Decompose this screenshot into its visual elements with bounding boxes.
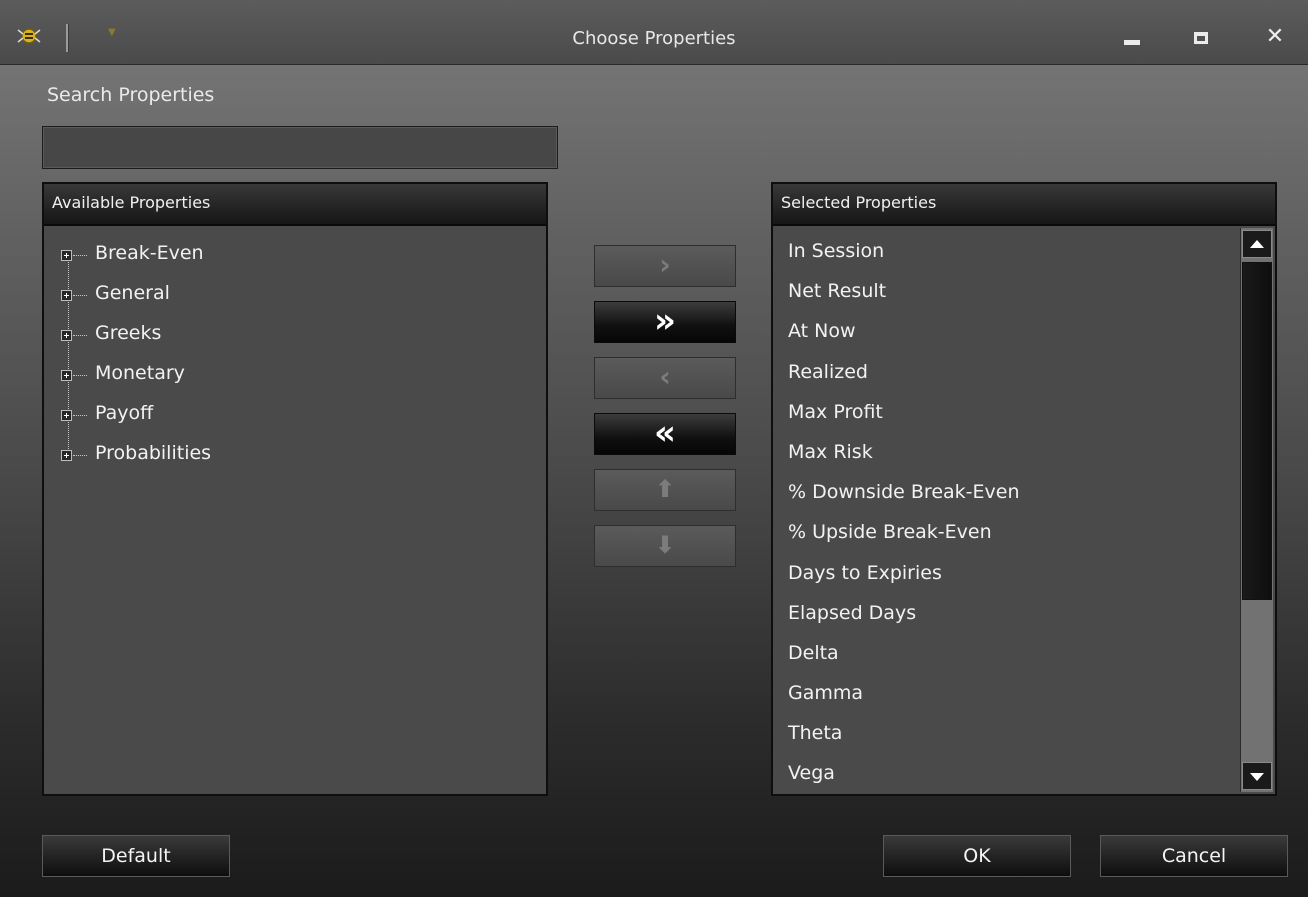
move-down-button[interactable]: ⬇ [594, 525, 736, 567]
list-item[interactable]: Gamma [773, 668, 1239, 708]
expand-plus-icon[interactable] [61, 250, 72, 261]
default-button[interactable]: Default [42, 835, 230, 877]
window-title: Choose Properties [572, 28, 736, 49]
scroll-down-icon[interactable] [1242, 762, 1272, 790]
tree-node-monetary[interactable]: Monetary [44, 352, 546, 392]
selected-properties-header: Selected Properties [773, 184, 1275, 226]
search-properties-input[interactable] [42, 126, 558, 169]
available-properties-tree: Break-Even General Greeks Monetary Payof… [44, 226, 546, 472]
selected-properties-panel: Selected Properties In Session Net Resul… [771, 182, 1277, 796]
tree-node-label: Greeks [95, 322, 162, 344]
list-item[interactable]: Max Profit [773, 387, 1239, 427]
tree-node-general[interactable]: General [44, 272, 546, 312]
list-item[interactable]: % Downside Break-Even [773, 467, 1239, 507]
close-button[interactable]: ✕ [1260, 24, 1290, 50]
add-selected-button[interactable]: › [594, 245, 736, 287]
tree-node-probabilities[interactable]: Probabilities [44, 432, 546, 472]
list-item[interactable]: Elapsed Days [773, 588, 1239, 628]
list-item[interactable]: Delta [773, 628, 1239, 668]
tree-node-label: Break-Even [95, 242, 204, 264]
title-bar: ▼ Choose Properties ✕ [0, 0, 1308, 65]
expand-plus-icon[interactable] [61, 450, 72, 461]
list-item[interactable]: Max Risk [773, 427, 1239, 467]
cancel-button[interactable]: Cancel [1100, 835, 1288, 877]
available-properties-panel: Available Properties Break-Even General … [42, 182, 548, 796]
scroll-up-icon[interactable] [1242, 230, 1272, 258]
expand-plus-icon[interactable] [61, 410, 72, 421]
minimize-button[interactable] [1117, 24, 1147, 50]
maximize-button[interactable] [1186, 24, 1216, 50]
available-properties-header: Available Properties [44, 184, 546, 226]
tree-node-payoff[interactable]: Payoff [44, 392, 546, 432]
tree-node-label: Probabilities [95, 442, 212, 464]
expand-plus-icon[interactable] [61, 330, 72, 341]
expand-plus-icon[interactable] [61, 290, 72, 301]
choose-properties-dialog: ▼ Choose Properties ✕ Search Properties … [0, 0, 1308, 897]
list-item[interactable]: Days to Expiries [773, 548, 1239, 588]
search-properties-label: Search Properties [47, 84, 215, 106]
tree-node-greeks[interactable]: Greeks [44, 312, 546, 352]
add-all-button[interactable]: » [594, 301, 736, 343]
selected-list-scrollbar[interactable] [1240, 228, 1273, 792]
tree-node-label: General [95, 282, 170, 304]
list-item[interactable]: Realized [773, 347, 1239, 387]
list-item[interactable]: In Session [773, 226, 1239, 266]
remove-all-button[interactable]: « [594, 413, 736, 455]
list-item[interactable]: Vega [773, 748, 1239, 788]
list-item[interactable]: At Now [773, 306, 1239, 346]
list-item[interactable]: Theta [773, 708, 1239, 748]
selected-properties-list: In Session Net Result At Now Realized Ma… [773, 226, 1239, 794]
remove-selected-button[interactable]: ‹ [594, 357, 736, 399]
tree-node-break-even[interactable]: Break-Even [44, 232, 546, 272]
list-item[interactable]: % Upside Break-Even [773, 507, 1239, 547]
tree-node-label: Payoff [95, 402, 154, 424]
tree-node-label: Monetary [95, 362, 185, 384]
expand-plus-icon[interactable] [61, 370, 72, 381]
list-item[interactable]: Net Result [773, 266, 1239, 306]
scrollbar-thumb[interactable] [1242, 262, 1272, 600]
move-up-button[interactable]: ⬆ [594, 469, 736, 511]
ok-button[interactable]: OK [883, 835, 1071, 877]
